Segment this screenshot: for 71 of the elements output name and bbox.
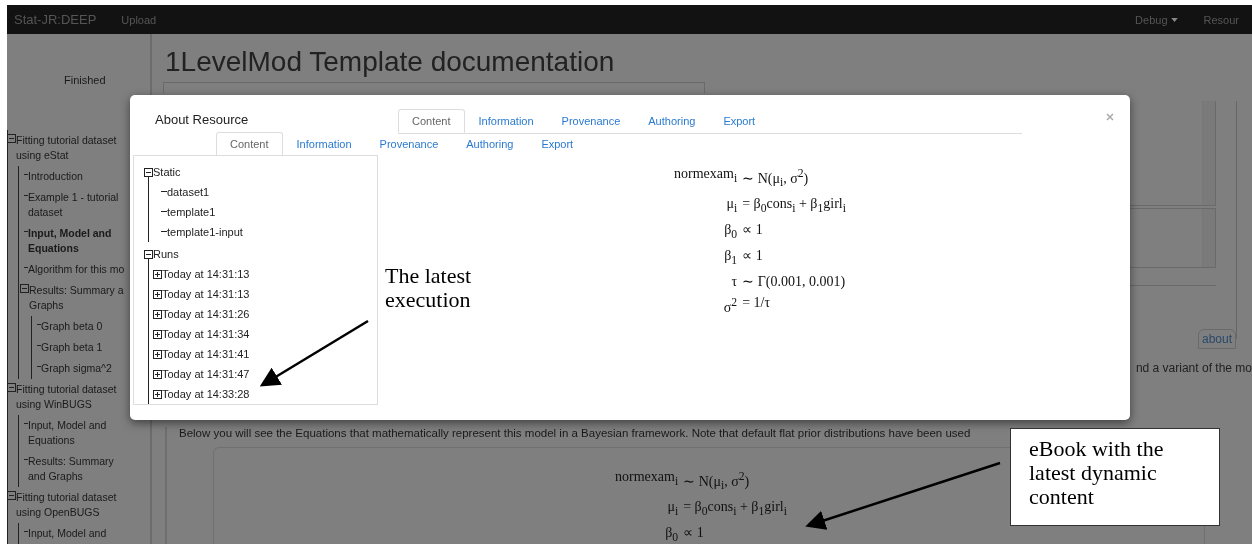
tree-item[interactable]: Today at 14:31:26 xyxy=(162,308,250,320)
tree-item[interactable]: Input, Model and xyxy=(28,526,132,541)
expand-icon[interactable] xyxy=(153,309,162,319)
equation-term: = 1/τ xyxy=(742,293,772,312)
equation-term: normexam$_{i}$ xyxy=(674,165,738,187)
dialog-title: About Resource xyxy=(155,112,249,127)
tab[interactable]: Provenance xyxy=(365,132,453,156)
tab[interactable]: Content xyxy=(398,109,465,133)
collapse-icon[interactable] xyxy=(144,167,153,177)
tree-item[interactable]: Today at 14:31:41 xyxy=(162,348,250,360)
equation-term: ∝ 1 xyxy=(742,247,764,266)
tree-item[interactable]: Input, Model and Equations xyxy=(28,418,132,448)
callout-text: eBook with the latest dynamic content xyxy=(1010,428,1220,526)
tree-item[interactable]: Today at 14:31:13 xyxy=(162,288,250,300)
expand-icon[interactable] xyxy=(153,369,162,379)
tree-item[interactable]: Results: Summary a Graphs xyxy=(29,283,133,313)
body-text: Below you will see the Equations that mathematically represent this model in a Bayesian framework. Note that default flat prior distributions have been used xyxy=(179,427,972,439)
nav-link[interactable]: Upload xyxy=(108,13,170,26)
equation-term: μ$_{i}$ xyxy=(666,498,679,521)
tree-item[interactable]: Example 1 - tutorial dataset xyxy=(28,190,132,220)
equation-term: σ$^{2}$ xyxy=(722,294,738,317)
equation-term: = β$_{0}$cons$_{i}$ + β$_{1}$girl$_{i}$ xyxy=(683,498,787,521)
tab[interactable]: Information xyxy=(464,109,548,133)
tree-item[interactable]: Fitting tutorial dataset using eStat xyxy=(16,133,120,163)
tree-item[interactable]: Introduction xyxy=(28,169,132,184)
equation-term: μ$_{i}$ xyxy=(725,195,738,218)
about-tab[interactable]: about xyxy=(1197,329,1236,349)
tab[interactable]: Authoring xyxy=(452,132,528,156)
expand-icon[interactable] xyxy=(153,349,162,359)
tab[interactable]: Export xyxy=(527,132,588,156)
status-text: Finished xyxy=(64,74,107,88)
equation-term: = β$_{0}$cons$_{i}$ + β$_{1}$girl$_{i}$ xyxy=(742,195,846,218)
expand-icon[interactable] xyxy=(153,269,162,279)
equation-term: β$_{0}$ xyxy=(723,221,738,244)
tree-item[interactable]: Today at 14:31:34 xyxy=(162,328,250,340)
tab[interactable]: Information xyxy=(282,132,366,156)
tree-item[interactable]: Today at 14:31:47 xyxy=(162,368,250,380)
nav-link[interactable]: Debug xyxy=(1122,13,1191,26)
body-text: nd a variant of the mo xyxy=(1135,361,1252,375)
tree-item[interactable]: dataset1 xyxy=(167,186,210,198)
equation-term: β$_{0}$ xyxy=(664,524,679,544)
tree-item[interactable]: Results: Summary and Graphs xyxy=(28,454,132,484)
tree-item[interactable]: Fitting tutorial dataset using WinBUGS xyxy=(16,382,120,412)
tree-item[interactable]: Algorithm for this mo xyxy=(28,262,132,277)
equation-term: ∼ N(μ$_{i}$, σ$^{2}$) xyxy=(742,166,810,192)
tab[interactable]: Provenance xyxy=(547,109,635,133)
tree-item[interactable]: Today at 14:31:13 xyxy=(162,268,250,280)
brand-link[interactable]: Stat-JR:DEEP xyxy=(7,12,109,27)
tree-item[interactable]: Input, Model and Equations xyxy=(28,226,132,256)
equation-term: ∼ Γ(0.001, 0.001) xyxy=(742,272,846,291)
tree-item[interactable]: Static xyxy=(153,166,181,178)
tree-item[interactable]: template1 xyxy=(167,206,216,218)
tree-item[interactable]: Fitting tutorial dataset using OpenBUGS xyxy=(16,490,120,520)
equation-term: ∼ N(μ$_{i}$, σ$^{2}$) xyxy=(683,469,751,495)
tab[interactable]: Authoring xyxy=(634,109,710,133)
equation-term: ∝ 1 xyxy=(742,221,764,240)
tab[interactable]: Export xyxy=(709,109,770,133)
page-title: 1LevelMod Template documentation xyxy=(165,46,616,79)
expand-icon[interactable] xyxy=(153,289,162,299)
equation-term: β$_{1}$ xyxy=(723,247,738,269)
expand-icon[interactable] xyxy=(153,389,162,399)
expand-icon[interactable] xyxy=(153,329,162,339)
equation-term: τ xyxy=(730,272,738,291)
tree-item[interactable]: Today at 14:33:28 xyxy=(162,388,250,400)
collapse-icon[interactable] xyxy=(144,249,153,259)
equation-term: normexam$_{i}$ xyxy=(615,468,679,490)
equation-term: ∝ 1 xyxy=(683,524,705,543)
tree-item[interactable]: Runs xyxy=(153,248,179,260)
nav-link[interactable]: Resour xyxy=(1190,13,1252,26)
tree-item[interactable]: template1-input xyxy=(167,226,243,238)
tab[interactable]: Content xyxy=(216,132,283,156)
